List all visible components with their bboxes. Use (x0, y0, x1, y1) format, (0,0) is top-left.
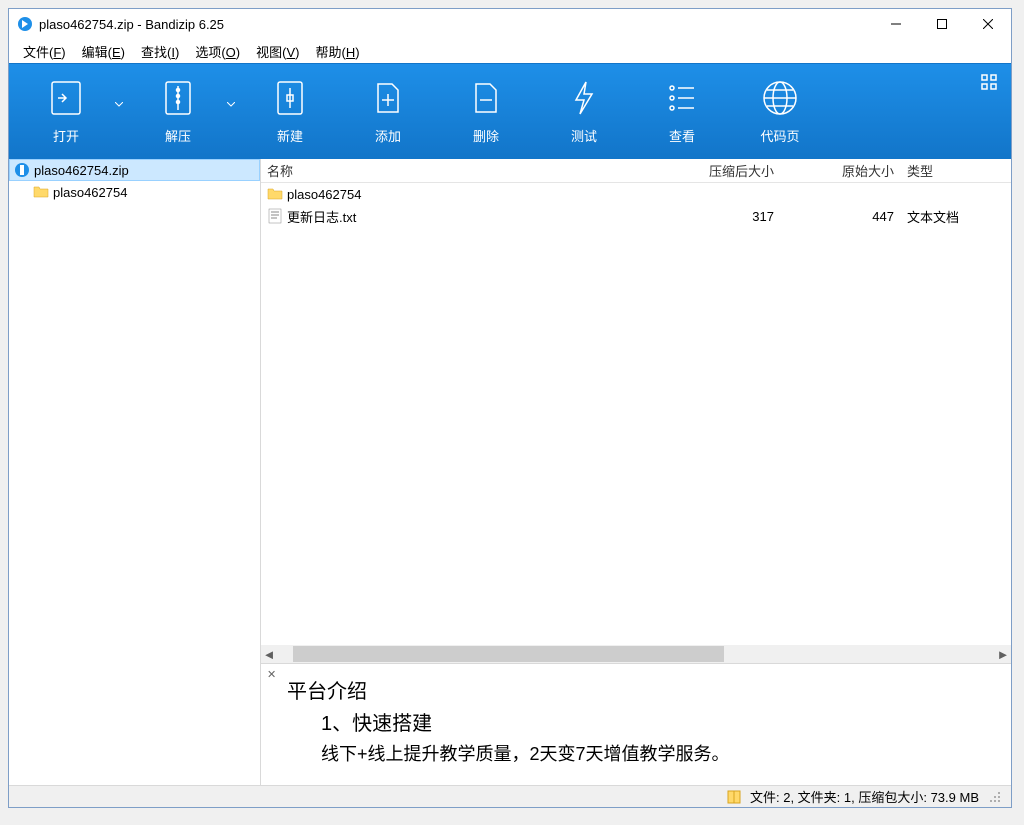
file-name: plaso462754 (287, 187, 361, 202)
open-button[interactable]: 打开 (17, 64, 129, 160)
tree-child-label: plaso462754 (53, 185, 127, 200)
list-item[interactable]: 更新日志.txt 317 447 文本文档 (261, 205, 1011, 227)
menu-help[interactable]: 帮助(H) (309, 40, 365, 63)
menu-file[interactable]: 文件(F) (17, 40, 72, 63)
tree-root[interactable]: plaso462754.zip (9, 159, 260, 181)
scroll-left-icon[interactable]: ◄ (261, 646, 277, 662)
extract-icon (158, 78, 198, 118)
menu-find[interactable]: 查找(I) (135, 40, 185, 63)
file-name: 更新日志.txt (287, 207, 356, 226)
titlebar[interactable]: plaso462754.zip - Bandizip 6.25 (9, 9, 1011, 39)
col-header-type[interactable]: 类型 (901, 161, 1011, 180)
delete-icon (466, 78, 506, 118)
tree-root-label: plaso462754.zip (34, 163, 129, 178)
new-icon (270, 78, 310, 118)
app-icon (17, 16, 33, 32)
column-headers: 名称 压缩后大小 原始大小 类型 (261, 159, 1011, 183)
preview-title: 平台介绍 (287, 676, 1001, 708)
test-icon (564, 78, 604, 118)
col-header-name[interactable]: 名称 (261, 161, 661, 180)
content-area: plaso462754.zip plaso462754 名称 压缩后大小 原始大… (9, 159, 1011, 785)
maximize-button[interactable] (919, 9, 965, 39)
resize-grip-icon[interactable] (987, 789, 1003, 805)
delete-button[interactable]: 删除 (437, 64, 535, 160)
scroll-right-icon[interactable]: ► (995, 646, 1011, 662)
chevron-down-icon (115, 102, 123, 107)
preview-content: 平台介绍 1、快速搭建 线下+线上提升教学质量，2天变7天增值教学服务。 (271, 670, 1001, 769)
window-controls (873, 9, 1011, 39)
horizontal-scrollbar[interactable]: ◄ ► (261, 645, 1011, 663)
col-header-original[interactable]: 原始大小 (781, 161, 901, 180)
extract-button[interactable]: 解压 (129, 64, 241, 160)
toolbar: 打开 解压 新建 添加 删除 测试 查看 代码页 (9, 63, 1011, 159)
folder-icon (33, 184, 49, 200)
menubar: 文件(F) 编辑(E) 查找(I) 选项(O) 视图(V) 帮助(H) (9, 39, 1011, 63)
test-button[interactable]: 测试 (535, 64, 633, 160)
view-icon (662, 78, 702, 118)
file-list[interactable]: plaso462754 更新日志.txt 317 447 文本文档 (261, 183, 1011, 645)
list-panel: 名称 压缩后大小 原始大小 类型 plaso462754 (261, 159, 1011, 785)
tree-panel[interactable]: plaso462754.zip plaso462754 (9, 159, 261, 785)
tree-child[interactable]: plaso462754 (9, 181, 260, 203)
folder-icon (267, 186, 283, 202)
statusbar: 文件: 2, 文件夹: 1, 压缩包大小: 73.9 MB (9, 785, 1011, 807)
add-icon (368, 78, 408, 118)
view-button[interactable]: 查看 (633, 64, 731, 160)
preview-panel: ✕ 平台介绍 1、快速搭建 线下+线上提升教学质量，2天变7天增值教学服务。 (261, 663, 1011, 785)
window-title: plaso462754.zip - Bandizip 6.25 (39, 17, 873, 32)
scroll-thumb[interactable] (293, 646, 724, 662)
close-button[interactable] (965, 9, 1011, 39)
archive-icon (726, 789, 742, 805)
menu-view[interactable]: 视图(V) (250, 40, 305, 63)
preview-line1: 1、快速搭建 (287, 708, 1001, 740)
status-text: 文件: 2, 文件夹: 1, 压缩包大小: 73.9 MB (750, 787, 979, 806)
add-button[interactable]: 添加 (339, 64, 437, 160)
list-item[interactable]: plaso462754 (261, 183, 1011, 205)
zip-icon (14, 162, 30, 178)
open-icon (46, 78, 86, 118)
preview-line2: 线下+线上提升教学质量，2天变7天增值教学服务。 (287, 740, 1001, 769)
globe-icon (760, 78, 800, 118)
preview-close-icon[interactable]: ✕ (267, 668, 276, 681)
codepage-button[interactable]: 代码页 (731, 64, 829, 160)
new-button[interactable]: 新建 (241, 64, 339, 160)
txt-icon (267, 208, 283, 224)
chevron-down-icon (227, 102, 235, 107)
menu-edit[interactable]: 编辑(E) (76, 40, 131, 63)
scroll-track[interactable] (277, 646, 995, 662)
col-header-compressed[interactable]: 压缩后大小 (661, 161, 781, 180)
grid-icon[interactable] (981, 74, 997, 90)
minimize-button[interactable] (873, 9, 919, 39)
menu-options[interactable]: 选项(O) (189, 40, 246, 63)
app-window: plaso462754.zip - Bandizip 6.25 文件(F) 编辑… (8, 8, 1012, 808)
